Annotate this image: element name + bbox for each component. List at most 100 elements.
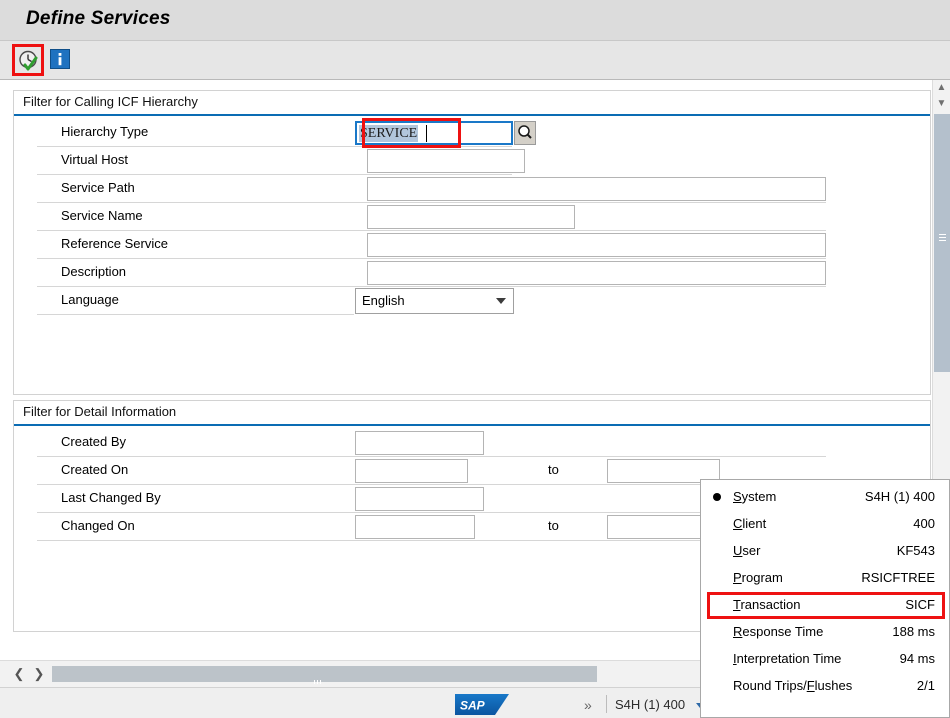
text-caret [426, 125, 427, 142]
svg-text:SAP: SAP [460, 699, 486, 713]
input-created-by[interactable] [355, 431, 484, 455]
input-hierarchy-type-value: SERVICE [359, 125, 418, 142]
label-cell: Reference Service [37, 231, 354, 259]
label-cell: Created By [37, 429, 354, 457]
field-label-last-changed-by: Last Changed By [61, 490, 161, 505]
label-cell: Virtual Host [37, 147, 354, 175]
menu-item-response-time[interactable]: Response Time 188 ms [701, 619, 949, 646]
menu-item-value: 94 ms [900, 651, 935, 666]
application-toolbar [0, 41, 950, 80]
chevron-up-icon[interactable]: ▲ [933, 80, 950, 96]
menu-item-label: System [733, 489, 776, 504]
field-label-changed-on: Changed On [61, 518, 135, 533]
menu-item-program[interactable]: Program RSICFTREE [701, 565, 949, 592]
label-cell: Service Name [37, 203, 354, 231]
window-titlebar: Define Services [0, 0, 950, 41]
input-reference-service[interactable] [367, 233, 826, 257]
panel-calling-icf-hierarchy: Filter for Calling ICF Hierarchy Hierarc… [13, 90, 931, 395]
input-description[interactable] [367, 261, 826, 285]
panel-title-detail-information: Filter for Detail Information [23, 404, 176, 419]
chevron-down-icon[interactable]: ▼ [933, 96, 950, 112]
panel-divider [14, 424, 930, 426]
range-separator-changed-on: to [548, 518, 559, 533]
dropdown-language[interactable]: English [355, 288, 514, 314]
label-cell: Hierarchy Type [37, 119, 354, 147]
menu-item-interpretation-time[interactable]: Interpretation Time 94 ms [701, 646, 949, 673]
sap-logo: SAP [455, 694, 509, 715]
horizontal-scrollbar-thumb[interactable] [52, 666, 597, 682]
menu-item-label-rest: rogram [742, 570, 783, 585]
status-separator [606, 695, 607, 713]
input-service-path[interactable] [367, 177, 826, 201]
horizontal-scrollbar-track[interactable] [52, 666, 597, 682]
field-label-reference-service: Reference Service [61, 236, 168, 251]
menu-item-client[interactable]: Client 400 [701, 511, 949, 538]
sap-gui-window: Define Services Filter for [0, 0, 950, 718]
menu-item-label-rest: nterpretation Time [737, 651, 842, 666]
menu-item-value: S4H (1) 400 [865, 489, 935, 504]
menu-item-label-rest: ystem [742, 489, 777, 504]
menu-item-value: 2/1 [917, 678, 935, 693]
execute-clock-check-icon[interactable] [17, 49, 41, 73]
page-title: Define Services [26, 8, 171, 30]
execute-button-highlight [12, 44, 44, 76]
field-label-service-path: Service Path [61, 180, 135, 195]
scrollbar-grip-icon [314, 672, 325, 676]
input-created-on-from[interactable] [355, 459, 468, 483]
input-service-name[interactable] [367, 205, 575, 229]
range-separator-created-on: to [548, 462, 559, 477]
input-changed-on-from[interactable] [355, 515, 475, 539]
dropdown-language-value: English [362, 293, 405, 308]
menu-item-label-rest: lient [742, 516, 766, 531]
field-label-virtual-host: Virtual Host [61, 152, 128, 167]
label-cell: Description [37, 259, 354, 287]
menu-item-label-pre: Round Trips/ [733, 678, 807, 693]
input-last-changed-by[interactable] [355, 487, 484, 511]
field-label-created-by: Created By [61, 434, 126, 449]
chevron-down-icon [496, 298, 506, 304]
menu-item-label-rest: ser [742, 543, 760, 558]
menu-item-user[interactable]: User KF543 [701, 538, 949, 565]
field-label-language: Language [61, 292, 119, 307]
chevron-left-icon[interactable]: ❮ [10, 665, 28, 683]
field-label-hierarchy-type: Hierarchy Type [61, 124, 148, 139]
menu-item-value: 188 ms [892, 624, 935, 639]
chevron-right-icon[interactable]: ❯ [30, 665, 48, 683]
menu-item-label: Response Time [733, 624, 823, 639]
menu-item-value: KF543 [897, 543, 935, 558]
value-help-button[interactable] [514, 121, 536, 145]
field-label-description: Description [61, 264, 126, 279]
status-expand-icon[interactable]: » [584, 697, 592, 713]
panel-divider [14, 114, 930, 116]
menu-item-value: 400 [913, 516, 935, 531]
menu-item-label-rest: ransaction [740, 597, 800, 612]
menu-item-label-rest: lushes [815, 678, 853, 693]
vertical-scrollbar-thumb[interactable] [934, 114, 950, 372]
status-system: S4H (1) 400 [615, 697, 685, 712]
input-virtual-host[interactable] [367, 149, 525, 173]
menu-item-label: Interpretation Time [733, 651, 841, 666]
menu-item-label: Transaction [733, 597, 800, 612]
menu-item-label: Round Trips/Flushes [733, 678, 852, 693]
system-info-popup-menu: System S4H (1) 400 Client 400 User KF543… [700, 479, 950, 718]
label-cell: Last Changed By [37, 485, 354, 513]
selected-bullet-icon [713, 493, 721, 501]
menu-item-round-trips-flushes[interactable]: Round Trips/Flushes 2/1 [701, 673, 949, 700]
label-cell: Changed On [37, 513, 354, 541]
menu-item-value: SICF [905, 597, 935, 612]
input-hierarchy-type[interactable]: SERVICE [355, 121, 513, 145]
menu-item-transaction[interactable]: Transaction SICF [701, 592, 949, 619]
menu-item-label-rest: esponse Time [742, 624, 823, 639]
menu-item-system[interactable]: System S4H (1) 400 [701, 484, 949, 511]
scrollbar-grip-icon [939, 234, 946, 243]
label-cell: Created On [37, 457, 354, 485]
information-icon[interactable] [50, 49, 70, 69]
menu-item-label: User [733, 543, 760, 558]
menu-item-value: RSICFTREE [861, 570, 935, 585]
label-cell: Language [37, 287, 354, 315]
menu-item-label: Program [733, 570, 783, 585]
field-label-service-name: Service Name [61, 208, 143, 223]
field-label-created-on: Created On [61, 462, 128, 477]
menu-item-label: Client [733, 516, 766, 531]
label-cell: Service Path [37, 175, 354, 203]
